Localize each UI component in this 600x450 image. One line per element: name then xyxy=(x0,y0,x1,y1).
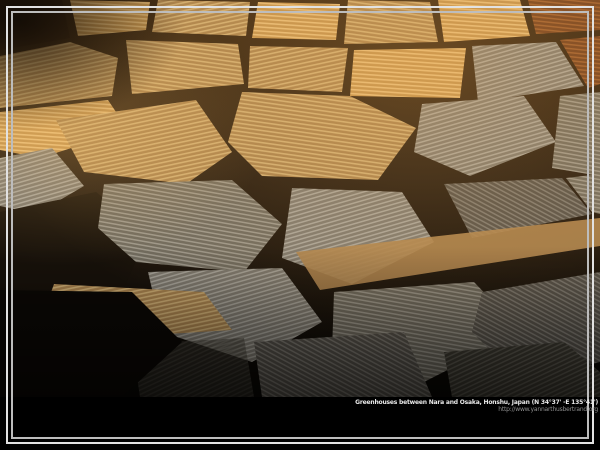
bottom-shadow xyxy=(0,0,600,397)
aerial-photo xyxy=(0,0,600,397)
caption-url-link[interactable]: http://www.yannarthusbertrand.org xyxy=(355,406,598,413)
wallpaper-canvas: Greenhouses between Nara and Osaka, Hons… xyxy=(0,0,600,450)
aerial-photo-svg xyxy=(0,0,600,397)
caption-location-text: Greenhouses between Nara and Osaka, Hons… xyxy=(355,399,598,406)
caption: Greenhouses between Nara and Osaka, Hons… xyxy=(355,399,598,413)
